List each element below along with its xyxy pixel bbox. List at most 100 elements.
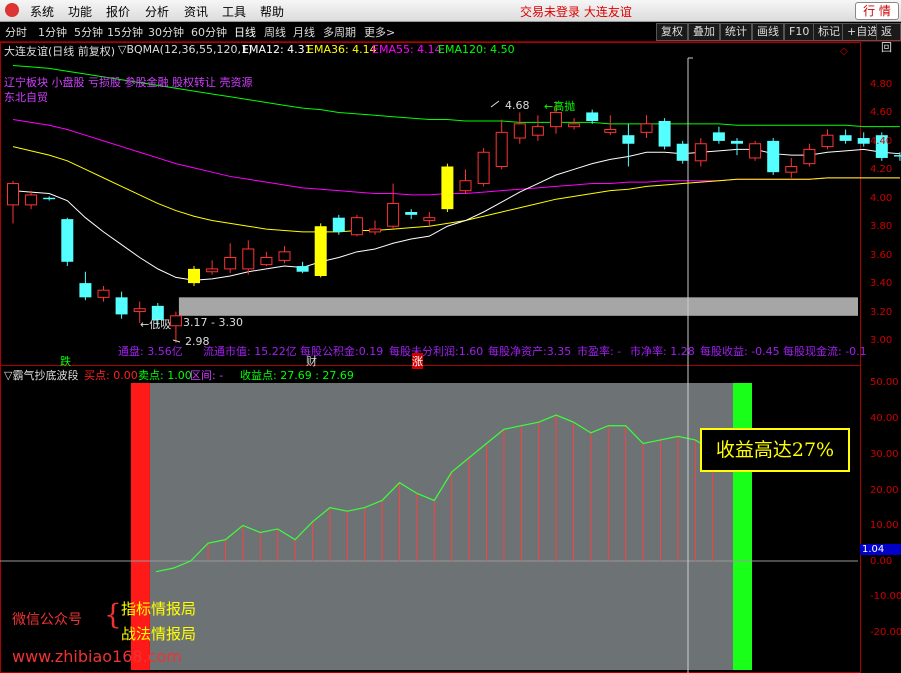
support-band <box>178 297 858 316</box>
candle <box>242 248 255 270</box>
candle <box>821 134 834 148</box>
sell-point-value: 卖点: 1.00 <box>138 369 192 382</box>
ema36-value: EMA36: 4.14 <box>307 43 377 56</box>
candle <box>785 165 798 173</box>
axis-label: 3.60 <box>870 250 893 261</box>
candle <box>640 123 653 133</box>
low-pointer <box>172 339 181 343</box>
candle <box>169 315 182 327</box>
axis-label: 3.20 <box>870 307 893 318</box>
axis-label: 4.20 <box>870 164 893 175</box>
ema36-line <box>12 146 900 233</box>
fin-market-value: 流通市值: 15.22亿 <box>203 345 297 358</box>
candle <box>531 126 544 136</box>
candle <box>767 140 780 173</box>
candle <box>803 148 816 165</box>
candle <box>332 217 345 232</box>
candle <box>622 135 635 144</box>
sector-tag-2: 东北自贸 <box>4 91 48 104</box>
candle <box>712 132 725 141</box>
candle <box>550 111 562 128</box>
axis-label: 4.00 <box>870 193 893 204</box>
candle <box>79 283 92 298</box>
fin-pe: 市盈率: - <box>577 345 622 358</box>
candle <box>7 183 19 206</box>
candle <box>893 155 901 157</box>
fin-pb: 市净率: 1.28 <box>630 345 695 358</box>
buy-point-value: 买点: 0.00 <box>84 369 138 382</box>
candle <box>658 120 671 147</box>
candle <box>857 138 870 144</box>
candle <box>278 251 291 261</box>
ema55-line <box>12 119 900 196</box>
axis-label: 3.40 <box>870 278 893 289</box>
diamond-icon: ◇ <box>840 46 848 57</box>
sub-axis-label: 50.00 <box>870 377 899 388</box>
candle <box>586 112 599 121</box>
ema12-line <box>12 148 900 281</box>
sub-axis-label: -20.00 <box>870 627 901 638</box>
candle <box>188 268 200 284</box>
candle <box>495 131 508 167</box>
high-pointer <box>490 100 500 108</box>
sector-tags: 辽宁板块 小盘股 亏损股 参股金融 股权转让 壳资源 <box>4 76 253 89</box>
fin-eps: 每股收益: -0.45 <box>700 345 780 358</box>
candle <box>676 143 689 161</box>
buy-low-tag: ←低吸 <box>140 318 172 331</box>
watermark-url: www.zhibiao168.com <box>12 647 182 666</box>
candle <box>423 217 436 222</box>
sell-high-tag: ←高抛 <box>544 100 576 113</box>
indicator-name[interactable]: ▽BQMA(12,36,55,120,1) <box>118 43 252 56</box>
candle <box>477 151 490 185</box>
fin-net-assets: 每股净资产:3.35 <box>488 345 572 358</box>
candle <box>296 266 309 272</box>
axis-label: 4.80 <box>870 79 893 90</box>
high-price-label: 4.68 <box>505 99 530 112</box>
axis-label: 3.00 <box>870 335 893 346</box>
axis-label: 4.60 <box>870 107 893 118</box>
candle <box>604 129 617 133</box>
candle <box>839 135 852 141</box>
candle <box>115 297 128 315</box>
candle <box>25 194 38 206</box>
sub-indicator-name[interactable]: ▽霸气抄底波段 <box>4 367 78 383</box>
fin-share-capital: 通盘: 3.56亿 <box>118 345 183 358</box>
candle <box>513 123 526 139</box>
watermark-name-2: 战法情报局 <box>121 625 197 643</box>
marker-up: 涨 <box>412 353 423 369</box>
candle <box>133 308 146 313</box>
candle <box>206 268 219 273</box>
profit-zone <box>149 383 733 670</box>
watermark-wechat: 微信公众号 <box>12 612 82 628</box>
profit-point-value: 收益点: 27.69 : 27.69 <box>240 369 354 382</box>
sub-current-value: 1.04 <box>860 544 901 555</box>
brace-icon: { <box>104 598 122 631</box>
fin-undistributed: 每股未分利润:1.60 <box>389 345 484 358</box>
band-range-label: 3.17 - 3.30 <box>183 316 243 329</box>
candle <box>441 166 454 210</box>
sub-axis-label: 20.00 <box>870 485 899 496</box>
candle <box>61 219 74 262</box>
range-value: 区间: - <box>190 369 224 382</box>
candle <box>387 202 400 227</box>
sub-axis-label: 40.00 <box>870 413 899 424</box>
sub-axis-label: -10.00 <box>870 591 901 602</box>
candle <box>43 197 56 200</box>
profit-callout: 收益高达27% <box>700 428 850 472</box>
main-chart-title: 大连友谊(日线 前复权) <box>4 45 116 58</box>
kline-chart[interactable]: ◇ <box>0 0 901 673</box>
sell-zone-bar <box>733 383 752 670</box>
candle <box>568 123 581 128</box>
candle <box>694 143 707 162</box>
sub-axis-label: 30.00 <box>870 449 899 460</box>
candle <box>459 180 472 192</box>
candle <box>314 226 327 276</box>
sub-axis-label: 0.00 <box>870 556 893 567</box>
candle <box>350 217 363 236</box>
ema55-value: EMA55: 4.14 <box>372 43 442 56</box>
axis-label: 3.80 <box>870 221 893 232</box>
sub-axis-label: 10.00 <box>870 520 899 531</box>
candle <box>97 289 110 298</box>
candle <box>224 257 237 270</box>
ema12-value: EMA12: 4.31 <box>242 43 312 56</box>
